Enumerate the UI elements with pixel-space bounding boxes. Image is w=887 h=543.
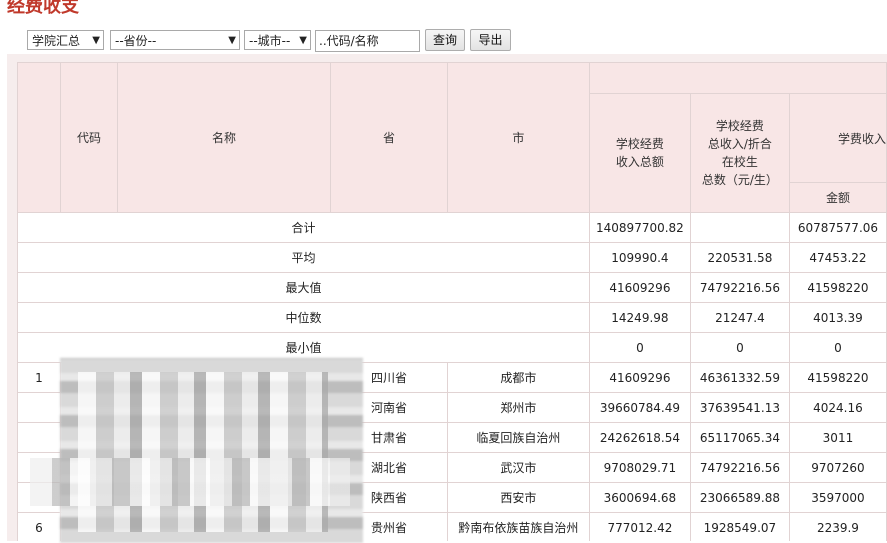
summary-label: 中位数 xyxy=(17,302,590,333)
dropdown-arrow-icon: ▼ xyxy=(92,35,100,46)
city-select[interactable]: --城市-- ▼ xyxy=(244,30,311,50)
table-row: 合计 140897700.82 60787577.06 xyxy=(17,212,887,243)
header-total-income: 学校经费 收入总额 xyxy=(588,93,691,213)
query-button[interactable]: 查询 xyxy=(425,29,465,51)
header-name: 名称 xyxy=(116,62,331,213)
redaction-blur xyxy=(78,372,328,532)
group-select[interactable]: 学院汇总 ▼ xyxy=(27,30,104,50)
header-index xyxy=(17,62,61,213)
export-button[interactable]: 导出 xyxy=(470,29,511,51)
summary-label: 合计 xyxy=(17,212,590,243)
header-code: 代码 xyxy=(59,62,118,213)
group-select-value: 学院汇总 xyxy=(32,34,81,48)
header-amount: 金额 xyxy=(788,182,887,213)
search-input[interactable]: ..代码/名称 xyxy=(315,30,420,52)
city-select-value: --城市-- xyxy=(249,34,291,48)
header-city: 市 xyxy=(446,62,590,213)
header-province: 省 xyxy=(329,62,448,213)
header-tuition: 学费收入 xyxy=(788,93,887,183)
redaction-blur xyxy=(30,458,350,506)
table-row: 中位数 14249.98 21247.4 4013.39 xyxy=(17,302,887,333)
summary-label: 平均 xyxy=(17,242,590,273)
page-title: 经费收支 xyxy=(7,0,79,17)
table-row: 最大值 41609296 74792216.56 41598220 xyxy=(17,272,887,303)
summary-label: 最大值 xyxy=(17,272,590,303)
dropdown-arrow-icon: ▼ xyxy=(228,35,236,46)
table-row: 平均 109990.4 220531.58 47453.22 xyxy=(17,242,887,273)
province-select[interactable]: --省份-- ▼ xyxy=(110,30,240,50)
header-per-student: 学校经费 总收入/折合 在校生 总数（元/生） xyxy=(689,93,790,213)
dropdown-arrow-icon: ▼ xyxy=(299,35,307,46)
header-group-income xyxy=(588,62,887,94)
province-select-value: --省份-- xyxy=(115,34,157,48)
